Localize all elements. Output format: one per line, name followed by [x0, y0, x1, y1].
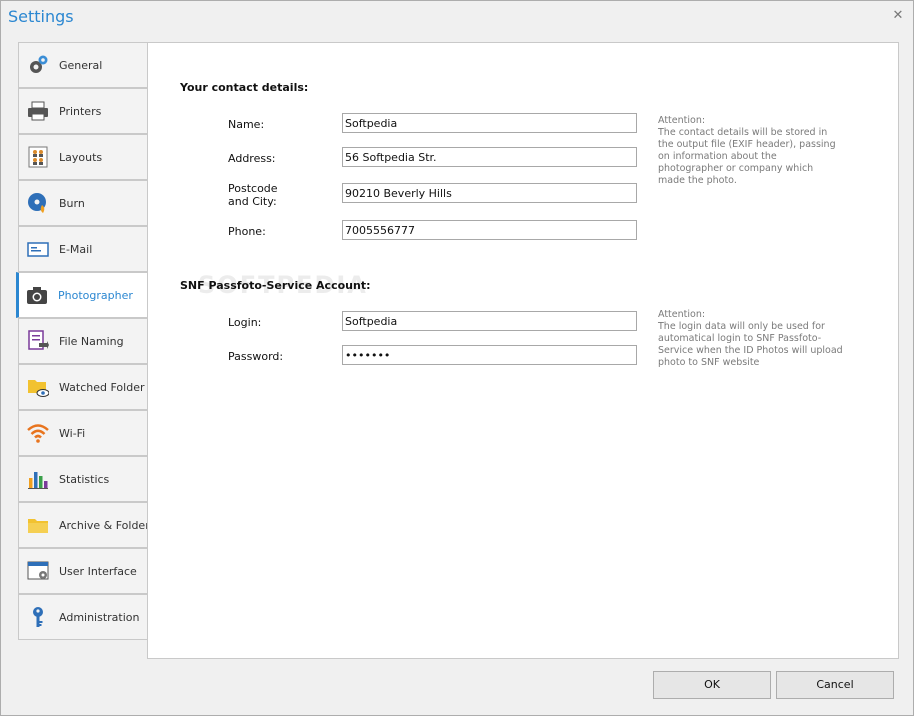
account-note-text: The login data will only be used for aut…: [658, 321, 843, 368]
sidebar-item-label: Printers: [59, 104, 102, 118]
sidebar-item-photographer[interactable]: Photographer: [16, 272, 147, 318]
login-label: Login:: [228, 316, 262, 329]
layouts-icon: [27, 146, 49, 168]
sidebar-item-label: Layouts: [59, 150, 103, 164]
name-label: Name:: [228, 118, 265, 131]
email-icon: [27, 238, 49, 260]
phone-input[interactable]: [342, 220, 637, 240]
key-icon: [27, 606, 49, 628]
disc-burn-icon: [27, 192, 49, 214]
title-bar: Settings ✕: [1, 1, 913, 35]
file-naming-icon: [27, 330, 49, 352]
phone-label: Phone:: [228, 225, 266, 238]
sidebar-item-printers[interactable]: Printers: [18, 88, 148, 134]
sidebar-item-label: Photographer: [58, 288, 133, 302]
sidebar-item-label: E-Mail: [59, 242, 93, 256]
address-label: Address:: [228, 152, 276, 165]
postcode-city-label: Postcode and City:: [228, 182, 278, 208]
close-icon[interactable]: ✕: [891, 9, 905, 23]
sidebar-item-layouts[interactable]: Layouts: [18, 134, 148, 180]
name-input[interactable]: [342, 113, 637, 133]
sidebar-item-label: Burn: [59, 196, 85, 210]
contact-attention-note: Attention: The contact details will be s…: [658, 115, 843, 187]
sidebar-item-file-naming[interactable]: File Naming: [18, 318, 148, 364]
printer-icon: [27, 100, 49, 122]
postcode-label-line-2: and City:: [228, 195, 277, 208]
sidebar-item-label: File Naming: [59, 334, 124, 348]
photographer-settings-panel: SOFTPEDIA Your contact details: Name: Ad…: [147, 42, 899, 659]
sidebar-item-archive-folders[interactable]: Archive & Folders: [18, 502, 155, 548]
contact-note-text: The contact details will be stored in th…: [658, 127, 836, 186]
postcode-label-line-1: Postcode: [228, 182, 278, 195]
ok-button[interactable]: OK: [653, 671, 771, 699]
settings-window: Settings ✕ General Printers Layouts Burn…: [0, 0, 914, 716]
account-section-title: SNF Passfoto-Service Account:: [180, 279, 371, 292]
sidebar-item-administration[interactable]: Administration: [18, 594, 148, 640]
password-input[interactable]: [342, 345, 637, 365]
sidebar-item-email[interactable]: E-Mail: [18, 226, 148, 272]
address-input[interactable]: [342, 147, 637, 167]
sidebar-item-label: Statistics: [59, 472, 110, 486]
sidebar-item-label: Administration: [59, 610, 140, 624]
login-input[interactable]: [342, 311, 637, 331]
sidebar-item-label: User Interface: [59, 564, 137, 578]
wifi-icon: [27, 422, 49, 444]
sidebar-item-burn[interactable]: Burn: [18, 180, 148, 226]
sidebar-item-watched-folder[interactable]: Watched Folder: [18, 364, 148, 410]
user-interface-icon: [27, 560, 49, 582]
window-title: Settings: [8, 7, 74, 26]
contact-note-title: Attention:: [658, 115, 706, 126]
password-label: Password:: [228, 350, 284, 363]
sidebar-item-statistics[interactable]: Statistics: [18, 456, 148, 502]
sidebar-item-label: Watched Folder: [59, 380, 145, 394]
sidebar-item-user-interface[interactable]: User Interface: [18, 548, 148, 594]
sidebar-item-label: Wi-Fi: [59, 426, 86, 440]
postcode-city-input[interactable]: [342, 183, 637, 203]
statistics-icon: [27, 468, 49, 490]
contact-section-title: Your contact details:: [180, 81, 309, 94]
account-note-title: Attention:: [658, 309, 706, 320]
sidebar-item-label: Archive & Folders: [59, 518, 156, 532]
folder-icon: [27, 514, 49, 536]
watched-folder-icon: [27, 376, 50, 398]
gears-icon: [27, 54, 49, 76]
account-attention-note: Attention: The login data will only be u…: [658, 309, 843, 369]
cancel-button[interactable]: Cancel: [776, 671, 894, 699]
sidebar-item-wifi[interactable]: Wi-Fi: [18, 410, 148, 456]
sidebar-item-general[interactable]: General: [18, 42, 148, 88]
sidebar-item-label: General: [59, 58, 103, 72]
camera-icon: [26, 284, 48, 306]
